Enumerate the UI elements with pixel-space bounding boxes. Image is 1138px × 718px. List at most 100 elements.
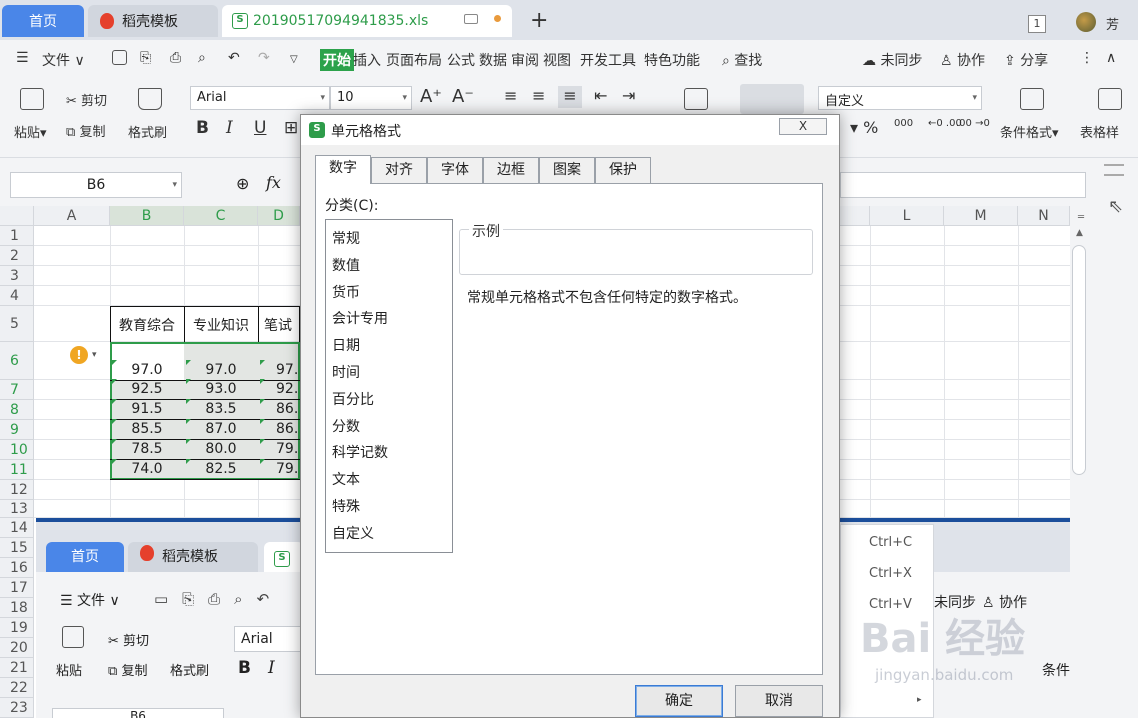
cut-button[interactable]: ✂ 剪切: [66, 90, 107, 109]
ok-button[interactable]: 确定: [635, 685, 723, 717]
category-item[interactable]: 日期: [326, 333, 452, 360]
table-cell[interactable]: 82.5: [184, 461, 258, 477]
category-item[interactable]: 分数: [326, 414, 452, 441]
tab-protection[interactable]: 保护: [595, 157, 651, 183]
more-icon[interactable]: ⋮: [1080, 50, 1094, 66]
collab-button[interactable]: ♙ 协作: [940, 50, 985, 70]
column-header[interactable]: B: [110, 206, 184, 226]
decrease-font-icon[interactable]: A⁻: [452, 86, 474, 107]
print-icon[interactable]: ⎙: [170, 50, 181, 66]
preview-icon[interactable]: ⌕: [198, 50, 206, 66]
menu-data[interactable]: 数据: [479, 50, 507, 70]
category-list[interactable]: 常规 数值 货币 会计专用 日期 时间 百分比 分数 科学记数 文本 特殊 自定义: [325, 219, 453, 553]
tab-number[interactable]: 数字: [315, 155, 371, 184]
number-format-select[interactable]: 自定义 ▾: [818, 86, 982, 110]
table-cell[interactable]: 87.0: [184, 421, 258, 437]
merge-cells-icon[interactable]: [684, 88, 708, 110]
table-style-button[interactable]: 表格样: [1080, 122, 1119, 141]
italic-button[interactable]: I: [226, 118, 233, 138]
copy-button[interactable]: ⧉ 复制: [66, 121, 105, 140]
row-header[interactable]: 11: [0, 460, 34, 480]
category-item[interactable]: 数值: [326, 253, 452, 280]
copy-shortcut[interactable]: Ctrl+C: [869, 535, 912, 550]
window-count-badge[interactable]: 1: [1028, 15, 1046, 33]
indent-decrease-icon[interactable]: ⇤: [594, 86, 607, 105]
select-all-corner[interactable]: [0, 206, 34, 226]
tab-pattern[interactable]: 图案: [539, 157, 595, 183]
export-icon[interactable]: ⎘: [140, 50, 151, 66]
table-cell[interactable]: 78.5: [110, 441, 184, 457]
save-icon[interactable]: [112, 50, 127, 69]
scroll-split-icon[interactable]: ═: [1078, 212, 1084, 223]
error-warning-icon[interactable]: !: [70, 346, 88, 364]
scroll-up-icon[interactable]: ▲: [1076, 228, 1083, 238]
underline-button[interactable]: U: [254, 118, 266, 138]
tab-border[interactable]: 边框: [483, 157, 539, 183]
table-cell[interactable]: 91.5: [110, 401, 184, 417]
table-header-cell[interactable]: 笔试: [258, 315, 300, 335]
redo-icon[interactable]: ↷: [258, 50, 270, 66]
row-header[interactable]: 4: [0, 286, 34, 306]
table-cell[interactable]: 93.0: [184, 381, 258, 397]
panel-handle[interactable]: [1104, 174, 1124, 176]
vertical-scrollbar[interactable]: [1072, 245, 1086, 475]
category-item[interactable]: 常规: [326, 226, 452, 253]
column-header[interactable]: L: [870, 206, 944, 226]
format-painter-button[interactable]: 格式刷: [128, 122, 167, 141]
menu-start[interactable]: 开始: [320, 49, 354, 71]
category-item[interactable]: 时间: [326, 360, 452, 387]
table-cell[interactable]: 74.0: [110, 461, 184, 477]
zoom-formula-icon[interactable]: ⊕: [236, 174, 249, 193]
column-header[interactable]: A: [34, 206, 110, 226]
formula-input[interactable]: [840, 172, 1086, 198]
collapse-ribbon-icon[interactable]: ∧: [1106, 50, 1116, 66]
align-middle-icon[interactable]: ≡: [532, 86, 545, 105]
column-header[interactable]: M: [944, 206, 1018, 226]
pointer-icon[interactable]: ⇖: [1108, 196, 1123, 217]
column-header[interactable]: N: [1018, 206, 1070, 226]
menu-view[interactable]: 视图: [543, 50, 571, 70]
decrease-decimal-button[interactable]: .00 →0: [956, 118, 990, 129]
monitor-icon[interactable]: [464, 14, 478, 24]
share-button[interactable]: ⇪ 分享: [1004, 50, 1048, 70]
thousands-separator-button[interactable]: 000: [894, 118, 913, 129]
row-header[interactable]: 5: [0, 306, 34, 342]
table-cell[interactable]: 97.0: [110, 362, 184, 378]
border-icon[interactable]: ⊞: [284, 118, 298, 138]
row-header[interactable]: 3: [0, 266, 34, 286]
cancel-button[interactable]: 取消: [735, 685, 823, 717]
column-header-blank[interactable]: [840, 206, 870, 226]
menu-formula[interactable]: 公式: [447, 50, 475, 70]
row-header[interactable]: 10: [0, 440, 34, 460]
font-size-select[interactable]: 10 ▾: [330, 86, 412, 110]
row-header[interactable]: 13: [0, 500, 34, 518]
align-top-icon[interactable]: ≡: [504, 86, 517, 105]
table-header-cell[interactable]: 教育综合: [110, 315, 184, 335]
table-cell[interactable]: 83.5: [184, 401, 258, 417]
conditional-format-icon[interactable]: [1020, 88, 1044, 110]
dialog-title-bar[interactable]: S 单元格格式 X: [301, 115, 839, 145]
tab-templates[interactable]: 稻壳模板: [88, 5, 218, 37]
category-item[interactable]: 货币: [326, 280, 452, 307]
close-button[interactable]: X: [779, 118, 827, 135]
table-header-cell[interactable]: 专业知识: [184, 315, 258, 335]
table-cell[interactable]: 85.5: [110, 421, 184, 437]
row-header[interactable]: 9: [0, 420, 34, 440]
bold-button[interactable]: B: [196, 118, 209, 138]
category-item[interactable]: 自定义: [326, 521, 452, 548]
tab-alignment[interactable]: 对齐: [371, 157, 427, 183]
table-cell[interactable]: 97.0: [184, 362, 258, 378]
quick-access-dropdown-icon[interactable]: ▽: [290, 54, 298, 65]
table-cell[interactable]: 92.5: [110, 381, 184, 397]
menu-insert[interactable]: 插入: [353, 50, 381, 70]
font-family-select[interactable]: Arial ▾: [190, 86, 330, 110]
row-header[interactable]: 7: [0, 380, 34, 400]
table-cell[interactable]: 80.0: [184, 441, 258, 457]
new-tab-button[interactable]: +: [530, 8, 548, 33]
avatar[interactable]: [1076, 12, 1096, 32]
menu-review[interactable]: 审阅: [511, 50, 539, 70]
sync-button[interactable]: ☁ 未同步: [862, 50, 922, 70]
row-header[interactable]: 1: [0, 226, 34, 246]
align-bottom-icon[interactable]: ≡: [558, 86, 582, 108]
menu-developer[interactable]: 开发工具: [580, 50, 636, 70]
